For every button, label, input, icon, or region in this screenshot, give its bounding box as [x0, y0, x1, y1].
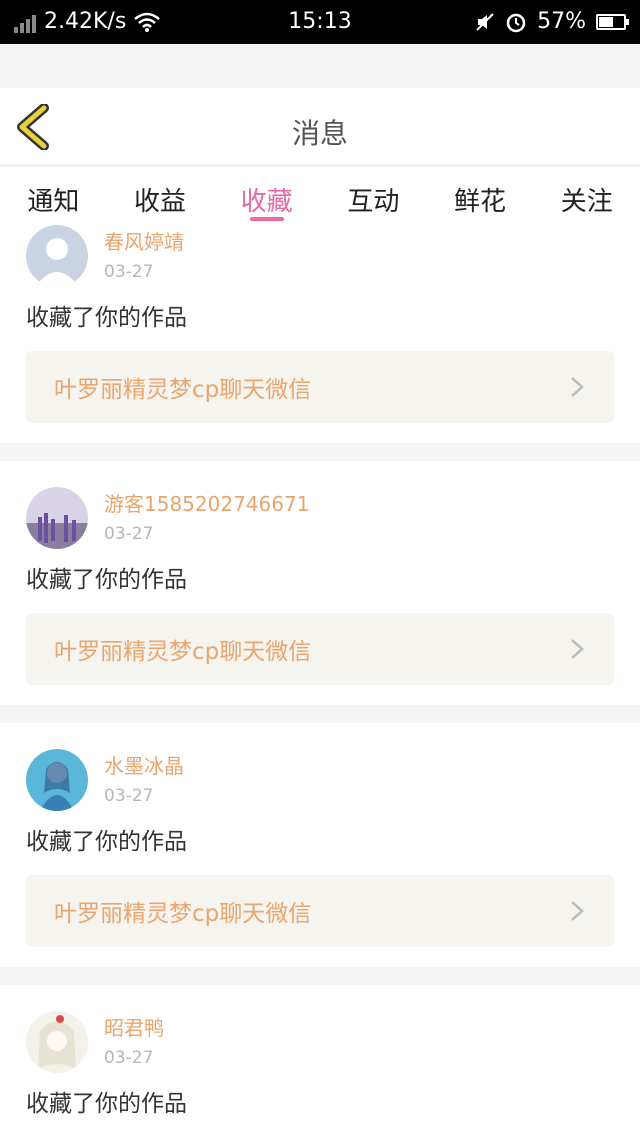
- battery-icon: [596, 13, 629, 30]
- user-name[interactable]: 昭君鸭: [104, 1015, 164, 1041]
- chevron-right-icon: [571, 901, 584, 921]
- list-item: 昭君鸭 03-27 收藏了你的作品: [0, 985, 640, 1138]
- action-text: 收藏了你的作品: [26, 305, 187, 331]
- mute-icon: [476, 12, 494, 31]
- action-text: 收藏了你的作品: [26, 1091, 187, 1117]
- action-text: 收藏了你的作品: [26, 829, 187, 855]
- tab-follow[interactable]: 关注: [533, 167, 640, 225]
- avatar[interactable]: [26, 749, 88, 811]
- alarm-icon: [506, 13, 526, 32]
- user-name[interactable]: 水墨冰晶: [104, 753, 184, 779]
- user-name[interactable]: 游客1585202746671: [104, 491, 309, 517]
- avatar[interactable]: [26, 225, 88, 287]
- chevron-right-icon: [571, 639, 584, 659]
- avatar[interactable]: [26, 1011, 88, 1073]
- work-title: 叶罗丽精灵梦cp聊天微信: [54, 901, 312, 927]
- tab-flowers[interactable]: 鲜花: [427, 167, 534, 225]
- action-text: 收藏了你的作品: [26, 567, 187, 593]
- date: 03-27: [104, 524, 154, 544]
- header: 消息: [0, 88, 640, 166]
- date: 03-27: [104, 262, 154, 282]
- work-title: 叶罗丽精灵梦cp聊天微信: [54, 639, 312, 665]
- battery-percent: 57%: [537, 9, 586, 34]
- tab-interaction[interactable]: 互动: [320, 167, 427, 225]
- chevron-right-icon: [571, 377, 584, 397]
- favorites-list: 春风婷靖 03-27 收藏了你的作品 叶罗丽精灵梦cp聊天微信 游客158520…: [0, 225, 640, 1138]
- avatar[interactable]: [26, 487, 88, 549]
- tab-notify[interactable]: 通知: [0, 167, 107, 225]
- work-link[interactable]: 叶罗丽精灵梦cp聊天微信: [26, 351, 614, 423]
- work-title: 叶罗丽精灵梦cp聊天微信: [54, 377, 312, 403]
- work-link[interactable]: 叶罗丽精灵梦cp聊天微信: [26, 613, 614, 685]
- tab-favorites[interactable]: 收藏: [213, 167, 320, 225]
- active-tab-indicator: [249, 217, 284, 221]
- date: 03-27: [104, 1048, 154, 1068]
- date: 03-27: [104, 786, 154, 806]
- tab-bar: 通知 收益 收藏 互动 鲜花 关注: [0, 167, 640, 225]
- tab-earnings[interactable]: 收益: [107, 167, 214, 225]
- list-item: 游客1585202746671 03-27 收藏了你的作品 叶罗丽精灵梦cp聊天…: [0, 461, 640, 705]
- list-item: 春风婷靖 03-27 收藏了你的作品 叶罗丽精灵梦cp聊天微信: [0, 225, 640, 443]
- user-name[interactable]: 春风婷靖: [104, 229, 184, 255]
- list-item: 水墨冰晶 03-27 收藏了你的作品 叶罗丽精灵梦cp聊天微信: [0, 723, 640, 967]
- status-bar: 2.42K/s 15:13 57%: [0, 0, 640, 44]
- page-title: 消息: [291, 117, 348, 150]
- work-link[interactable]: 叶罗丽精灵梦cp聊天微信: [26, 875, 614, 947]
